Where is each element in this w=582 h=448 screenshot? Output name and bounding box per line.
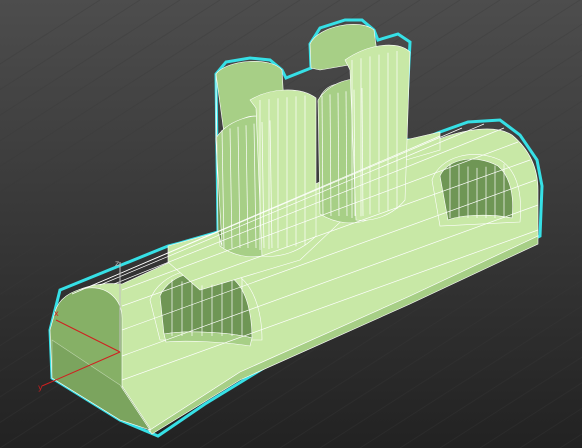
gizmo-x-label: x — [54, 309, 59, 318]
viewport-canvas[interactable]: z x y — [0, 0, 582, 448]
perspective-viewport[interactable]: z x y — [0, 0, 582, 448]
gizmo-z-label: z — [115, 259, 119, 268]
gizmo-y-label: y — [38, 383, 43, 392]
